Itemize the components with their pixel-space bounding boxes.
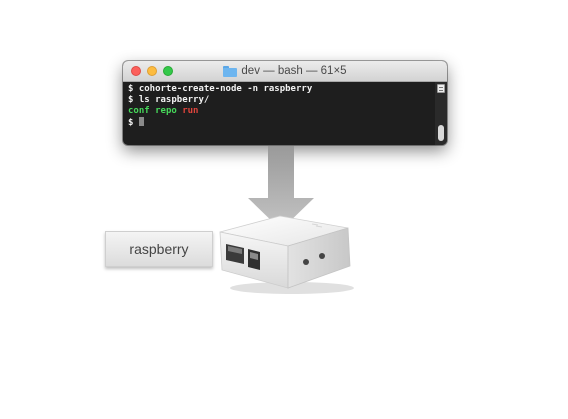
command-text: ls raspberry/ [138, 95, 210, 105]
window-title-area: dev — bash — 61×5 [123, 61, 447, 81]
window-title: dev — bash — 61×5 [241, 65, 347, 77]
split-pane-icon[interactable] [437, 84, 445, 93]
prompt: $ [128, 84, 134, 94]
folder-icon [223, 65, 238, 77]
ls-entry-repo: repo [155, 106, 177, 116]
scroll-thumb[interactable] [438, 125, 444, 141]
ls-entry-run: run [182, 106, 199, 116]
terminal-window[interactable]: dev — bash — 61×5 $ cohorte-create-node … [123, 61, 447, 145]
ls-output-line: conf repo run [128, 106, 430, 117]
terminal-line: $ [128, 117, 430, 128]
text-cursor [138, 117, 144, 126]
ls-entry-conf: conf [128, 106, 150, 116]
prompt: $ [128, 118, 134, 128]
terminal-titlebar[interactable]: dev — bash — 61×5 [123, 61, 447, 82]
terminal-output[interactable]: $ cohorte-create-node -n raspberry $ ls … [123, 82, 435, 145]
node-name-text: raspberry [129, 241, 189, 257]
command-text: cohorte-create-node -n raspberry [138, 84, 313, 94]
node-name-label: raspberry [105, 231, 213, 267]
terminal-scrollbar[interactable] [435, 82, 447, 145]
terminal-line: $ cohorte-create-node -n raspberry [128, 84, 430, 95]
raspberry-pi-case-icon [219, 215, 354, 294]
terminal-line: $ ls raspberry/ [128, 95, 430, 106]
prompt: $ [128, 95, 134, 105]
